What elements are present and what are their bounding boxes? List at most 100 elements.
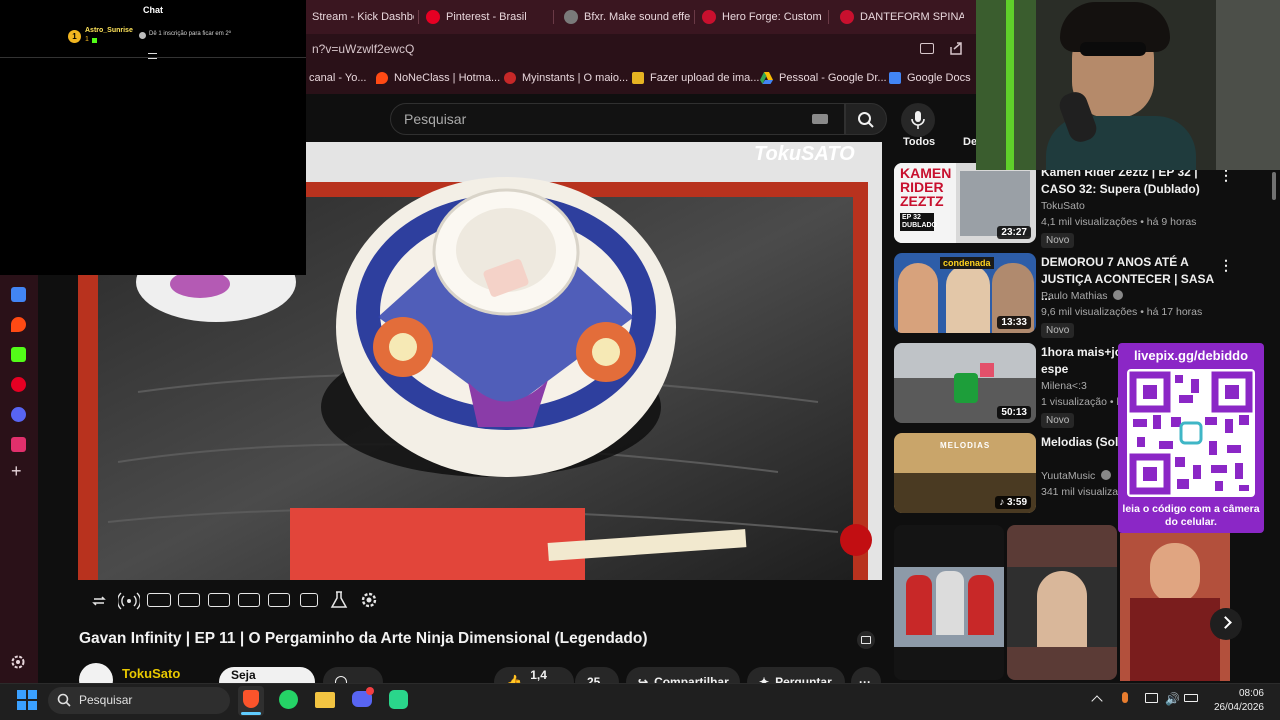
video-duration: 13:33 (997, 316, 1031, 329)
tab-stream-kick[interactable]: Stream - Kick Dashbo (306, 5, 414, 29)
share-page-icon[interactable] (948, 41, 964, 57)
add-icon[interactable]: + (11, 462, 22, 480)
brave-browser-icon[interactable] (243, 690, 259, 708)
recommendation-channel[interactable]: Paulo Mathias (1041, 290, 1124, 302)
info-icon (139, 32, 146, 39)
chat-goal-text: Dê 1 inscrição para ficar em 2º (149, 31, 231, 37)
whatsapp-icon[interactable] (279, 690, 298, 709)
tab-divider (828, 10, 829, 24)
chevron-right-icon (1219, 616, 1232, 629)
verified-icon (1101, 470, 1112, 480)
add-frame-icon[interactable] (268, 593, 290, 607)
image-upload-icon (632, 72, 644, 84)
bookmark-upload[interactable]: Fazer upload de ima... (632, 72, 759, 84)
loop-icon[interactable] (91, 593, 107, 609)
new-badge: Novo (1041, 233, 1075, 248)
mini-player-icon[interactable] (238, 593, 260, 607)
stream-chat-panel (0, 0, 306, 275)
channel-name[interactable]: TokuSato (122, 666, 180, 681)
windows-start-icon[interactable] (17, 690, 37, 710)
keyboard-icon[interactable] (812, 114, 828, 124)
flame-icon (376, 72, 388, 84)
recommendation-thumbnail[interactable]: condenada 13:33 (894, 253, 1036, 333)
theater-mode-icon[interactable] (208, 593, 230, 607)
network-icon[interactable] (1145, 693, 1158, 703)
bookmark-noneclass[interactable]: NoNeClass | Hotma... (376, 72, 500, 84)
clapper-icon[interactable] (178, 593, 200, 607)
kick-icon[interactable] (11, 347, 26, 362)
google-docs-icon[interactable] (11, 287, 26, 302)
pinterest-icon[interactable] (11, 377, 26, 392)
thumbnail-text: MELODIAS (940, 441, 991, 450)
watch-later-icon[interactable] (147, 593, 171, 607)
broadcast-icon[interactable] (118, 592, 140, 610)
screenshot-camera-icon[interactable] (300, 593, 318, 607)
recommendation-thumbnail[interactable]: KAMEN RIDER ZEZTZ EP 32 DUBLADO 23:27 (894, 163, 1036, 243)
chat-title: Chat (143, 5, 163, 15)
new-badge: Novo (1041, 413, 1075, 428)
voice-search-button[interactable] (901, 103, 935, 137)
short-thumbnail[interactable] (894, 525, 1004, 680)
search-icon (858, 112, 874, 128)
tab-pinterest[interactable]: Pinterest - Brasil (420, 5, 548, 29)
tab-label: Pinterest - Brasil (446, 11, 527, 23)
search-placeholder: Pesquisar (404, 111, 467, 127)
tab-danteform[interactable]: DANTEFORM SPINAL (834, 5, 964, 29)
myinstants-icon (504, 72, 516, 84)
bookmark-label: canal - Yo... (309, 72, 367, 84)
bookmark-drive[interactable]: Pessoal - Google Dr... (760, 72, 887, 84)
recommendation-thumbnail[interactable]: MELODIAS ♪ 3:59 (894, 433, 1036, 513)
microphone-icon[interactable] (1122, 692, 1128, 703)
tab-divider (553, 10, 554, 24)
url-field[interactable]: n?v=uWzwlf2ewcQ (312, 42, 414, 56)
scroll-down-icon[interactable] (148, 53, 157, 59)
taskbar-clock[interactable]: 08:06 26/04/2026 (1200, 687, 1264, 715)
duration-label: 3:59 (1006, 497, 1027, 508)
search-icon (57, 693, 71, 707)
gear-icon[interactable] (360, 591, 378, 609)
chat-username[interactable]: Astro_Sunrise (85, 27, 133, 34)
speaker-icon[interactable]: 🔊 (1165, 693, 1180, 705)
tab-hero-forge[interactable]: Hero Forge: Custom M (696, 5, 824, 29)
recommendation-channel[interactable]: Milena<:3 (1041, 380, 1087, 392)
file-explorer-icon[interactable] (315, 692, 335, 708)
flame-icon[interactable] (11, 317, 26, 332)
tab-bfxr[interactable]: Bfxr. Make sound effe (558, 5, 693, 29)
notification-dot (366, 687, 374, 695)
livepix-caption: leia o código com a câmera do celular. (1122, 503, 1260, 528)
filter-chip-all[interactable]: Todos (903, 136, 935, 148)
instagram-icon[interactable] (11, 437, 26, 452)
install-app-icon[interactable] (920, 43, 934, 54)
hero-forge-icon (702, 10, 716, 24)
bookmark-myinstants[interactable]: Myinstants | O maio... (504, 72, 628, 84)
thumbnail-text: KAMEN RIDER ZEZTZ (900, 165, 952, 209)
google-drive-icon (760, 72, 773, 84)
short-thumbnail[interactable] (1120, 533, 1230, 681)
search-button[interactable] (845, 103, 887, 135)
android-app-icon[interactable] (389, 690, 408, 709)
battery-icon[interactable] (1184, 694, 1198, 702)
flask-icon[interactable] (330, 591, 348, 609)
recommendation-thumbnail[interactable]: 50:13 (894, 343, 1036, 423)
channel-label: Paulo Mathias (1041, 290, 1108, 302)
scrollbar-thumb[interactable] (1272, 172, 1276, 200)
pinterest-icon (426, 10, 440, 24)
video-duration: 50:13 (997, 406, 1031, 419)
next-shorts-button[interactable] (1210, 608, 1242, 640)
more-vertical-icon[interactable]: ⋮ (1219, 257, 1233, 274)
taskbar-search[interactable] (48, 687, 230, 714)
recommendation-channel[interactable]: YuutaMusic (1041, 470, 1112, 482)
bird-icon[interactable] (11, 407, 26, 422)
tab-divider (418, 10, 419, 24)
short-thumbnail[interactable] (1007, 525, 1117, 680)
bookmark-google-docs[interactable]: Google Docs (889, 72, 971, 84)
bookmark-label: Google Docs (907, 72, 971, 84)
recommendation-channel[interactable]: TokuSato (1041, 200, 1085, 212)
google-docs-icon (889, 72, 901, 84)
bookmark-canal[interactable]: canal - Yo... (309, 72, 367, 84)
settings-gear-icon[interactable] (10, 654, 26, 670)
filter-chip-de[interactable]: De (963, 136, 977, 148)
rank-badge: 1 (68, 30, 81, 43)
tab-label: DANTEFORM SPINAL (860, 11, 964, 23)
transcript-icon[interactable] (857, 631, 875, 649)
